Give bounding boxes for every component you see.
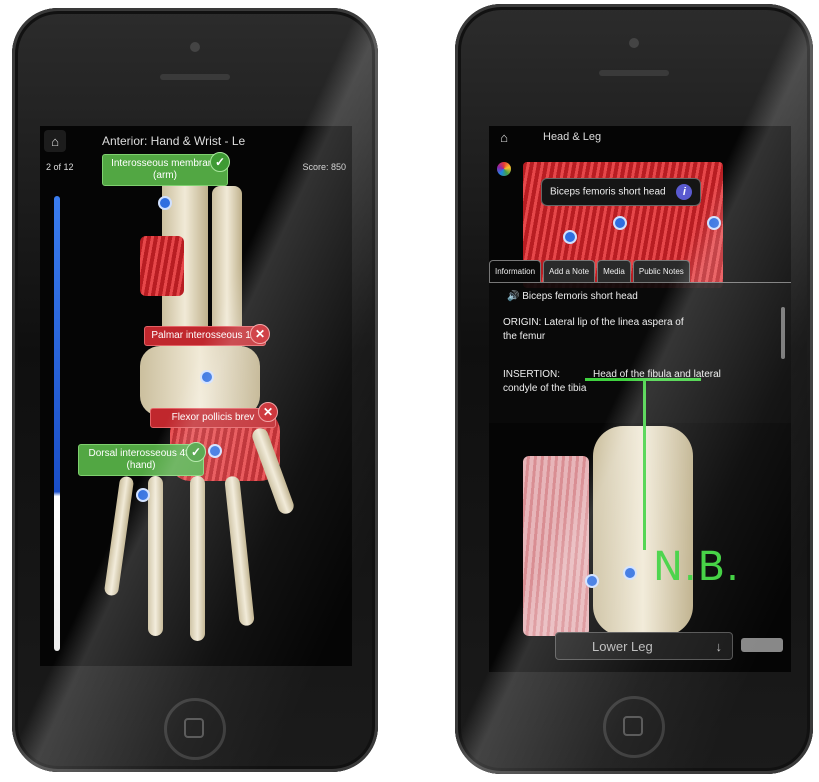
tab-media[interactable]: Media [597, 260, 631, 282]
nav-bar: ⌂ Anterior: Hand & Wrist - Le [40, 126, 352, 156]
marker-pin[interactable] [623, 566, 637, 580]
speaker-icon[interactable]: 🔊 [507, 291, 519, 302]
tooltip-text: Biceps femoris short head [550, 186, 666, 198]
marker-pin[interactable] [200, 370, 214, 384]
handwritten-pointer [643, 380, 646, 550]
insertion-value-2: condyle of the tibia [503, 383, 587, 394]
home-icon[interactable]: ⌂ [493, 126, 515, 148]
info-icon[interactable]: i [676, 184, 693, 200]
calf-muscle [523, 456, 589, 636]
toggle-switch[interactable] [741, 638, 783, 652]
page-count: 2 of 12 [46, 162, 74, 172]
nav-title: Head & Leg [543, 131, 602, 143]
origin-line-2: the femur [503, 331, 546, 342]
progress-slider[interactable] [54, 196, 60, 651]
handwritten-annotation: N.B. [653, 544, 740, 590]
label-text: Flexor pollicis brev [171, 412, 255, 423]
nav-title: Anterior: Hand & Wrist - Le [102, 134, 246, 148]
marker-pin[interactable] [136, 488, 150, 502]
structure-tooltip[interactable]: Biceps femoris short head i [541, 178, 702, 206]
nav-bar: ⌂ Head & Leg [489, 126, 791, 148]
label-dorsal-interosseous[interactable]: Dorsal interosseous 4th (hand) [78, 444, 204, 476]
home-icon[interactable]: ⌂ [44, 130, 66, 152]
score: Score: 850 [302, 162, 346, 172]
speaker-grille [599, 70, 669, 76]
camera [629, 38, 639, 48]
camera [190, 42, 200, 52]
right-phone: ⌂ Head & Leg Biceps femoris short head i… [455, 4, 813, 774]
region-label: Lower Leg [592, 638, 653, 654]
muscle-forearm [140, 236, 184, 296]
checkmark-icon: ✓ [210, 152, 230, 172]
finger-3 [190, 476, 205, 641]
info-panel: 🔊 Biceps femoris short head ORIGIN: Late… [489, 282, 791, 423]
label-palmar-interosseous[interactable]: Palmar interosseous 1st [144, 326, 266, 346]
right-screen: ⌂ Head & Leg Biceps femoris short head i… [489, 126, 791, 672]
tab-public-notes[interactable]: Public Notes [632, 260, 690, 282]
left-screen: ⌂ Anterior: Hand & Wrist - Le 2 of 12 Sc… [40, 126, 352, 666]
info-structure-name: Biceps femoris short head [522, 291, 638, 302]
left-phone: ⌂ Anterior: Hand & Wrist - Le 2 of 12 Sc… [12, 8, 378, 772]
arrow-down-icon[interactable]: ↓ [716, 639, 723, 654]
marker-pin[interactable] [158, 196, 172, 210]
finger-4 [224, 475, 255, 627]
marker-pin[interactable] [613, 216, 627, 230]
close-icon[interactable]: ✕ [250, 324, 270, 344]
info-title-row: 🔊 Biceps femoris short head [507, 291, 638, 302]
info-scrollbar[interactable] [781, 307, 785, 359]
info-tabs: Information Add a Note Media Public Note… [489, 260, 690, 282]
color-wheel-icon[interactable] [497, 162, 511, 176]
carpal-bones [140, 346, 260, 416]
checkmark-icon: ✓ [186, 442, 206, 462]
insertion-label: INSERTION: [503, 369, 561, 380]
finger-2 [148, 476, 163, 636]
marker-pin[interactable] [707, 216, 721, 230]
label-interosseous-membrane[interactable]: Interosseous membrane (arm) [102, 154, 228, 186]
close-icon[interactable]: ✕ [258, 402, 278, 422]
home-button[interactable] [603, 696, 665, 758]
marker-pin[interactable] [563, 230, 577, 244]
tab-information[interactable]: Information [489, 260, 542, 282]
speaker-grille [160, 74, 230, 80]
marker-pin[interactable] [208, 444, 222, 458]
origin-line-1: ORIGIN: Lateral lip of the linea aspera … [503, 317, 684, 328]
label-text: Interosseous membrane (arm) [111, 158, 219, 181]
label-text: Palmar interosseous 1st [151, 330, 259, 341]
region-selector[interactable]: Lower Leg ↓ [555, 632, 733, 660]
tab-add-note[interactable]: Add a Note [543, 260, 596, 282]
label-text: Dorsal interosseous 4th (hand) [88, 448, 194, 471]
marker-pin[interactable] [585, 574, 599, 588]
finger-1 [103, 475, 135, 597]
home-button[interactable] [164, 698, 226, 760]
